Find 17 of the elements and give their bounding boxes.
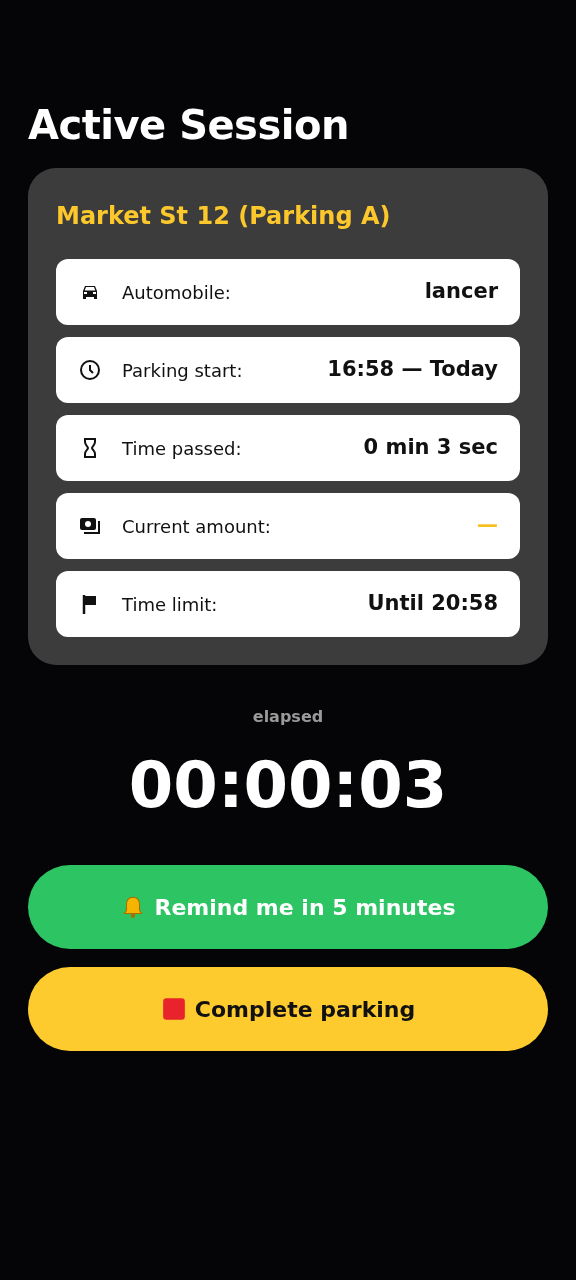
info-value: 0 min 3 sec [363,434,498,462]
info-label: Time limit: [122,592,218,617]
complete-parking-button[interactable]: Complete parking [28,967,548,1051]
info-value: — [477,512,498,540]
page-title: Active Session [28,101,350,150]
info-label: Parking start: [122,358,243,383]
info-value: lancer [424,278,498,306]
info-label: Time passed: [122,436,242,461]
clock-icon [78,358,102,382]
location-title: Market St 12 (Parking A) [56,201,392,232]
info-value: 16:58 — Today [327,356,498,384]
timer-caption: elapsed [251,706,325,728]
stop-square-icon [160,996,187,1022]
elapsed-timer: 00:00:03 [127,747,449,824]
info-value: Until 20:58 [367,590,498,618]
info-label: Current amount: [122,514,271,539]
info-label: Automobile: [122,280,231,305]
